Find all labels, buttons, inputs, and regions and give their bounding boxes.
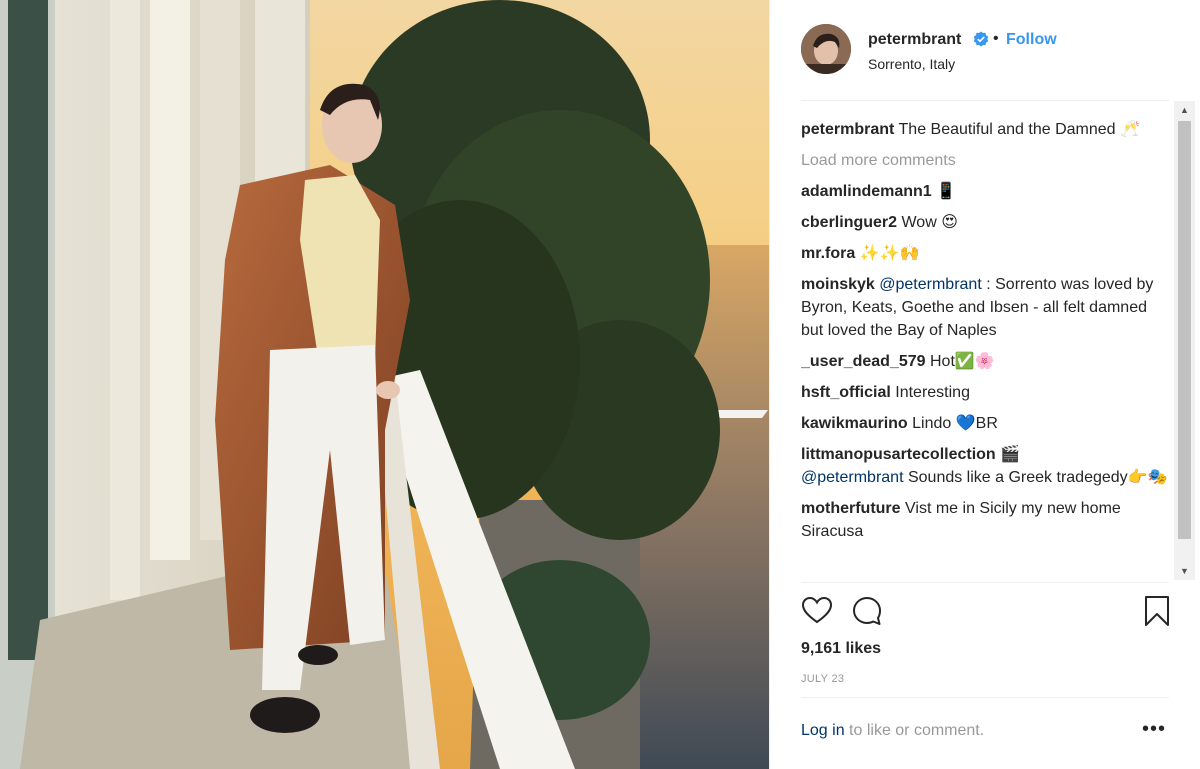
header-divider — [801, 100, 1169, 101]
caption: petermbrant The Beautiful and the Damned… — [801, 118, 1171, 141]
post-actions — [801, 595, 1171, 629]
comment-username[interactable]: mr.fora — [801, 245, 855, 262]
comments-list[interactable]: petermbrant The Beautiful and the Damned… — [801, 118, 1171, 580]
follow-button[interactable]: Follow — [1006, 31, 1057, 49]
comment-mention[interactable]: @petermbrant — [801, 469, 904, 486]
avatar[interactable] — [801, 24, 851, 74]
login-link[interactable]: Log in — [801, 722, 845, 739]
likes-count[interactable]: 9,161 likes — [801, 640, 881, 658]
heart-icon[interactable] — [801, 595, 835, 629]
comment-text: ✨✨🙌 — [859, 245, 920, 262]
comment-item: kawikmaurino Lindo 💙BR — [801, 412, 1171, 435]
comment-username[interactable]: littmanopusartecollection — [801, 446, 996, 463]
comment-text: Interesting — [895, 384, 970, 401]
comment-item: moinskyk @petermbrant : Sorrento was lov… — [801, 273, 1171, 342]
comment-text: Lindo 💙BR — [912, 415, 998, 432]
post-header: petermbrant • Follow Sorrento, Italy — [770, 0, 1200, 101]
comment-username[interactable]: kawikmaurino — [801, 415, 908, 432]
comment-item: mr.fora ✨✨🙌 — [801, 242, 1171, 265]
comment-item: hsft_official Interesting — [801, 381, 1171, 404]
post-sidebar: petermbrant • Follow Sorrento, Italy pet… — [769, 0, 1200, 769]
comment-item: cberlinguer2 Wow 😍 — [801, 211, 1171, 234]
caption-text: The Beautiful and the Damned 🥂 — [898, 121, 1140, 138]
comment-text: Hot✅🌸 — [929, 353, 995, 370]
load-more-comments-button[interactable]: Load more comments — [801, 149, 1171, 172]
comment-icon[interactable] — [851, 595, 885, 629]
comment-item: motherfuture Vist me in Sicily my new ho… — [801, 497, 1171, 543]
comment-item: adamlindemann1 📱 — [801, 180, 1171, 203]
verified-badge-icon — [973, 31, 989, 47]
actions-divider — [801, 582, 1169, 583]
comment-prefix: 🎬 — [1000, 446, 1021, 463]
comment-username[interactable]: cberlinguer2 — [801, 214, 897, 231]
comment-text: Sounds like a Greek tradegedy👉🎭 — [907, 469, 1168, 486]
comment-item: _user_dead_579 Hot✅🌸 — [801, 350, 1171, 373]
post-photo-illustration — [0, 0, 769, 769]
avatar-image — [801, 24, 851, 74]
comments-scrollbar[interactable]: ▲ ▼ — [1174, 101, 1195, 580]
more-options-icon[interactable]: ••• — [1142, 718, 1166, 742]
comment-username[interactable]: _user_dead_579 — [801, 353, 926, 370]
footer-divider — [801, 697, 1169, 698]
caption-username[interactable]: petermbrant — [801, 121, 894, 138]
comment-username[interactable]: moinskyk — [801, 276, 875, 293]
post-photo[interactable] — [0, 0, 769, 769]
separator-dot: • — [993, 30, 999, 47]
comment-username[interactable]: adamlindemann1 — [801, 183, 932, 200]
comment-text: 📱 — [936, 183, 957, 200]
location-link[interactable]: Sorrento, Italy — [868, 56, 955, 72]
scroll-down-arrow-icon[interactable]: ▼ — [1174, 562, 1195, 580]
bookmark-icon[interactable] — [1141, 595, 1175, 629]
comment-username[interactable]: motherfuture — [801, 500, 901, 517]
scroll-up-arrow-icon[interactable]: ▲ — [1174, 101, 1195, 119]
comment-mention[interactable]: @petermbrant — [879, 276, 982, 293]
post-date[interactable]: JULY 23 — [801, 673, 844, 685]
comment-item: littmanopusartecollection 🎬 @petermbrant… — [801, 443, 1171, 489]
login-prompt-text: to like or comment. — [844, 722, 985, 739]
scroll-thumb[interactable] — [1178, 121, 1191, 539]
comment-text: Wow 😍 — [901, 214, 958, 231]
comment-username[interactable]: hsft_official — [801, 384, 891, 401]
login-prompt: Log in to like or comment. — [801, 722, 1171, 740]
username[interactable]: petermbrant — [868, 31, 961, 49]
